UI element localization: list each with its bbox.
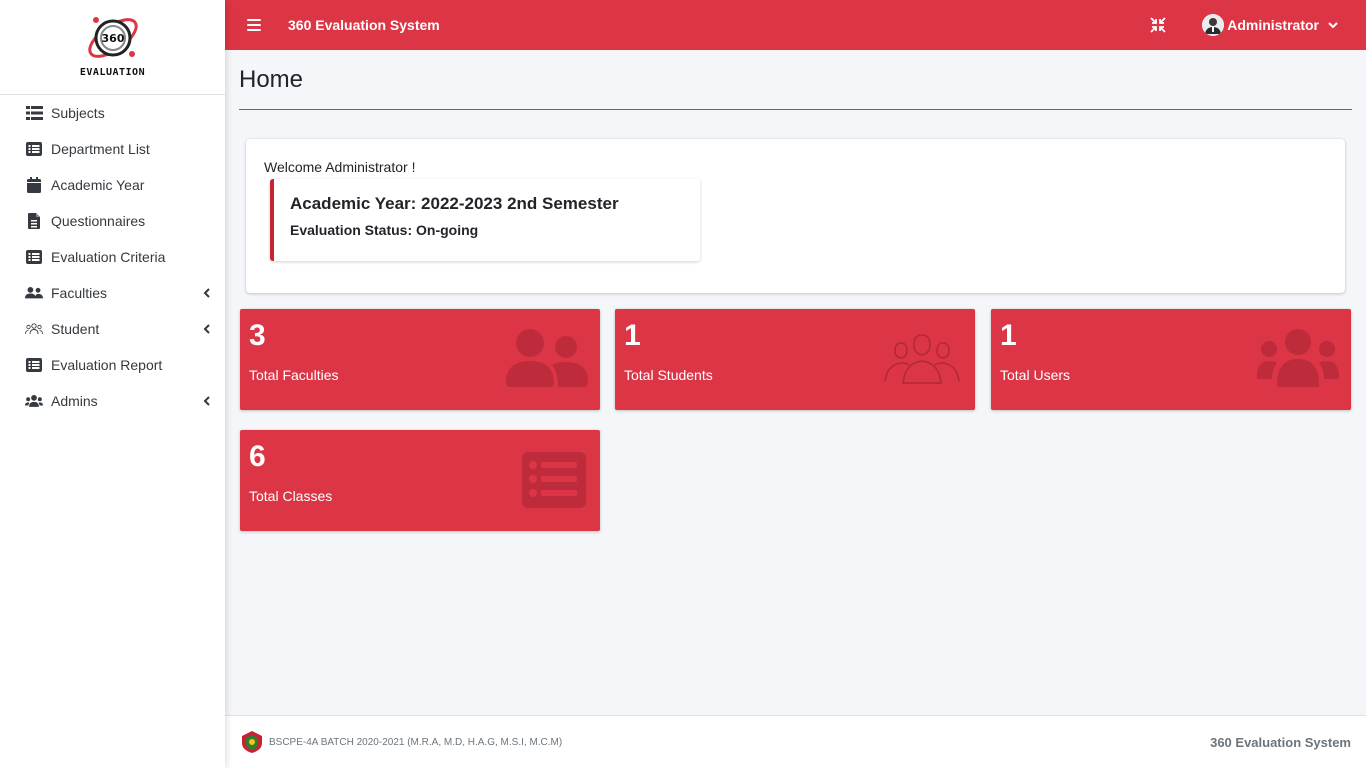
footer-app-name: 360 Evaluation System: [1210, 734, 1351, 750]
academic-year-text: Academic Year: 2022-2023 2nd Semester: [290, 194, 619, 213]
sidebar-item-student[interactable]: Student: [0, 311, 225, 347]
sidebar-item-evaluation-criteria[interactable]: Evaluation Criteria: [0, 239, 225, 275]
sidebar-item-label: Academic Year: [51, 177, 145, 193]
calendar-icon: [25, 177, 43, 193]
sidebar-item-department-list[interactable]: Department List: [0, 131, 225, 167]
stat-value: 1: [624, 319, 641, 352]
user-menu[interactable]: Administrator: [1202, 14, 1338, 36]
batch-badge-icon: [242, 731, 262, 753]
chevron-left-icon: [201, 288, 211, 298]
menu-toggle-icon[interactable]: [247, 19, 261, 31]
sidebar-item-subjects[interactable]: Subjects: [0, 95, 225, 131]
logo-number: 360: [101, 32, 124, 45]
sidebar-item-faculties[interactable]: Faculties: [0, 275, 225, 311]
brand-name: EVALUATION: [79, 67, 146, 78]
avatar: [1202, 14, 1225, 36]
sidebar-item-label: Faculties: [51, 285, 108, 301]
sidebar-item-label: Questionnaires: [51, 213, 146, 229]
stat-label: Total Classes: [249, 488, 333, 504]
list-alt-icon: [522, 452, 586, 508]
stat-label: Total Users: [1000, 367, 1071, 383]
sidebar: 360 EVALUATION Subjects Department List …: [0, 0, 225, 768]
evaluation-status-text: Evaluation Status: On-going: [290, 222, 479, 238]
stat-box-total-users[interactable]: 1 Total Users: [991, 309, 1351, 410]
users-icon: [25, 393, 43, 409]
stat-value: 6: [249, 440, 266, 473]
sidebar-item-questionnaires[interactable]: Questionnaires: [0, 203, 225, 239]
list-alt-icon: [25, 357, 43, 373]
sidebar-item-academic-year[interactable]: Academic Year: [0, 167, 225, 203]
list-alt-icon: [25, 141, 43, 157]
main-content: Home Welcome Administrator ! Academic Ye…: [225, 50, 1366, 715]
sidebar-item-label: Department List: [51, 141, 150, 157]
stat-value: 1: [1000, 319, 1017, 352]
sidebar-item-evaluation-report[interactable]: Evaluation Report: [0, 347, 225, 383]
sidebar-item-admins[interactable]: Admins: [0, 383, 225, 419]
stat-box-total-classes[interactable]: 6 Total Classes: [240, 430, 600, 531]
stat-value: 3: [249, 319, 266, 352]
chevron-left-icon: [201, 396, 211, 406]
stat-label: Total Faculties: [249, 367, 339, 383]
brand[interactable]: 360 EVALUATION: [0, 0, 225, 95]
list-icon: [25, 105, 43, 121]
user-friends-icon: [506, 329, 588, 387]
page-title: Home: [239, 66, 304, 93]
title-divider: [239, 109, 1352, 110]
chevron-left-icon: [201, 324, 211, 334]
user-group-outline-icon: [884, 334, 960, 384]
welcome-message: Welcome Administrator !: [264, 159, 416, 175]
sidebar-item-label: Evaluation Criteria: [51, 249, 166, 265]
sidebar-item-label: Subjects: [51, 105, 105, 121]
topbar-right: Administrator: [1150, 14, 1366, 36]
file-alt-icon: [25, 213, 43, 229]
user-group-outline-icon: [25, 321, 43, 337]
academic-year-callout: Academic Year: 2022-2023 2nd Semester Ev…: [270, 179, 700, 261]
sidebar-item-label: Evaluation Report: [51, 357, 163, 373]
stat-label: Total Students: [624, 367, 713, 383]
user-friends-icon: [25, 285, 43, 301]
user-name: Administrator: [1227, 17, 1319, 33]
users-icon: [1257, 329, 1339, 387]
footer: BSCPE-4A BATCH 2020-2021 (M.R.A, M.D, H.…: [225, 715, 1366, 768]
sidebar-nav: Subjects Department List Academic Year Q…: [0, 95, 225, 419]
compress-icon[interactable]: [1150, 17, 1166, 33]
chevron-down-icon: [1328, 21, 1338, 28]
topbar: 360 Evaluation System Administrator: [225, 0, 1366, 50]
app-title[interactable]: 360 Evaluation System: [288, 17, 440, 33]
stat-box-total-students[interactable]: 1 Total Students: [615, 309, 975, 410]
list-alt-icon: [25, 249, 43, 265]
evaluation-logo: 360: [87, 17, 138, 58]
stat-box-total-faculties[interactable]: 3 Total Faculties: [240, 309, 600, 410]
footer-credits: BSCPE-4A BATCH 2020-2021 (M.R.A, M.D, H.…: [269, 736, 563, 748]
welcome-card: Welcome Administrator ! Academic Year: 2…: [246, 139, 1345, 293]
sidebar-item-label: Admins: [51, 393, 98, 409]
sidebar-item-label: Student: [51, 321, 100, 337]
